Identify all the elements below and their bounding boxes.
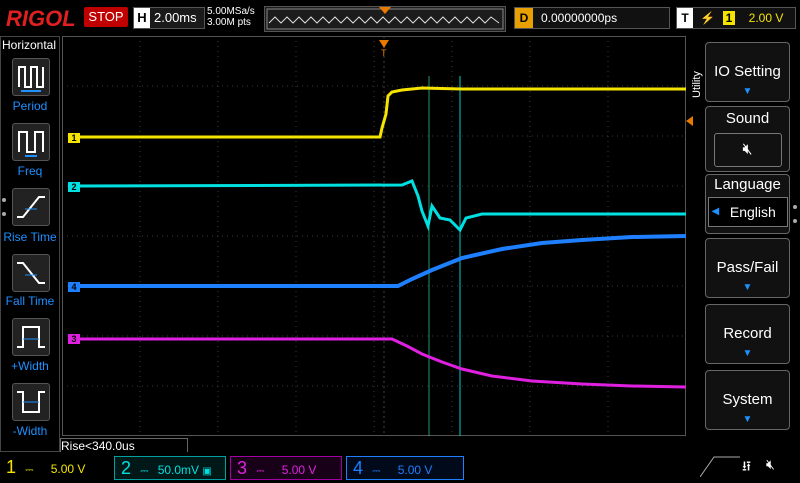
speaker-muted-icon: 🔇︎ (713, 133, 782, 167)
pass-fail-label: Pass/Fail (716, 259, 779, 276)
chevron-left-icon: ◀ (711, 206, 720, 217)
memory-overview[interactable] (264, 6, 506, 32)
trigger-position-icon (379, 7, 391, 14)
usb-icon: ⭿ (742, 458, 752, 474)
svg-text:T: T (381, 48, 387, 58)
tab-shape-icon (699, 456, 740, 478)
trigger-box[interactable]: T ⚡ 1 2.00 V (676, 7, 796, 29)
run-stop-button[interactable]: STOP (84, 7, 128, 27)
positive-width-icon (17, 326, 45, 348)
ch1-number: 1 (6, 457, 17, 477)
menu-tab-label: Utility (691, 71, 703, 98)
trigger-channel-badge: 1 (722, 11, 736, 25)
language-value: English (729, 204, 776, 220)
ch2-marker[interactable]: 2 (68, 182, 80, 192)
io-setting-button[interactable]: IO Setting ▼ (705, 42, 790, 102)
frequency-label: Freq (17, 164, 43, 178)
negative-width-label: -Width (12, 424, 48, 438)
fall-time-icon (17, 262, 45, 284)
dc-coupling-icon: ⎓ (372, 466, 381, 477)
language-button[interactable]: Language ◀ English (705, 174, 790, 234)
period-label: Period (12, 99, 48, 113)
acquisition-info: 5.00MSa/s 3.00M pts (207, 6, 255, 28)
waveform-display[interactable]: T (62, 36, 686, 436)
ch2-scale: 50.0mV (157, 463, 200, 477)
ch3-status[interactable]: 3 ⎓ 5.00 V (230, 456, 342, 480)
pass-fail-button[interactable]: Pass/Fail ▼ (705, 238, 790, 298)
ch4-marker[interactable]: 4 (68, 282, 80, 292)
negative-width-button[interactable] (12, 383, 50, 421)
ch4-number: 4 (353, 458, 364, 478)
dc-coupling-icon: ⎓ (25, 465, 34, 476)
ch2-status[interactable]: 2 ⎓ 50.0mV ▣ (114, 456, 226, 480)
io-setting-label: IO Setting (714, 63, 781, 80)
chevron-down-icon: ▼ (742, 414, 753, 425)
rise-time-label: Rise Time (3, 230, 57, 244)
fall-time-button[interactable] (12, 254, 50, 292)
delay-label: D (515, 8, 533, 28)
timebase-box[interactable]: H 2.00ms (133, 7, 205, 29)
brand-logo: RIGOL (6, 6, 76, 31)
rise-time-button[interactable] (12, 188, 50, 226)
sound-label: Sound (725, 110, 770, 127)
memory-waveform-overview (266, 7, 504, 30)
ch3-scale: 5.00 V (281, 463, 317, 477)
system-button[interactable]: System ▼ (705, 370, 790, 430)
trigger-edge-icon: ⚡ (700, 11, 716, 25)
ch4-status[interactable]: 4 ⎓ 5.00 V (346, 456, 464, 480)
left-panel-title: Horizontal (2, 38, 57, 52)
chevron-down-icon: ▼ (742, 282, 753, 293)
delay-box[interactable]: D 0.00000000ps (514, 7, 670, 29)
ch1-status[interactable]: 1 ⎓ 5.00 V (0, 456, 112, 478)
timebase-label: H (134, 8, 150, 28)
trigger-label: T (677, 8, 693, 28)
frequency-button[interactable] (12, 123, 50, 161)
trigger-level-marker-icon (686, 116, 693, 126)
memory-depth: 3.00M pts (207, 17, 251, 28)
chevron-down-icon: ▼ (742, 348, 753, 359)
speaker-muted-icon: 🔇︎ (766, 456, 775, 472)
period-icon (18, 66, 44, 92)
period-button[interactable] (12, 58, 50, 96)
system-label: System (722, 391, 773, 408)
ch1-scale: 5.00 V (50, 462, 86, 476)
rise-time-icon (17, 196, 45, 218)
positive-width-button[interactable] (12, 318, 50, 356)
knob-indicator-dot (793, 219, 797, 223)
frequency-icon (18, 131, 44, 157)
negative-width-icon (17, 391, 45, 413)
dc-coupling-icon: ⎓ (140, 466, 149, 477)
ch4-scale: 5.00 V (397, 463, 433, 477)
delay-value: 0.00000000ps (541, 11, 618, 25)
knob-indicator-dot (2, 198, 6, 202)
sound-button[interactable]: Sound 🔇︎ (705, 106, 790, 172)
record-label: Record (723, 325, 772, 342)
sample-rate: 5.00MSa/s (207, 6, 255, 17)
fall-time-label: Fall Time (5, 294, 55, 308)
knob-indicator-dot (2, 212, 6, 216)
language-label: Language (714, 176, 781, 193)
positive-width-label: +Width (11, 359, 49, 373)
record-button[interactable]: Record ▼ (705, 304, 790, 364)
timebase-value: 2.00ms (154, 10, 197, 25)
dc-coupling-icon: ⎓ (256, 466, 265, 477)
chevron-down-icon: ▼ (742, 86, 753, 97)
ch1-marker[interactable]: 1 (68, 133, 80, 143)
knob-indicator-dot (793, 205, 797, 209)
trigger-level: 2.00 V (748, 11, 784, 25)
notification-tab[interactable] (699, 455, 740, 478)
ch3-marker[interactable]: 3 (68, 334, 80, 344)
ch3-number: 3 (237, 458, 248, 478)
bandwidth-limit-icon: ▣ (202, 466, 212, 477)
ch2-number: 2 (121, 458, 132, 478)
